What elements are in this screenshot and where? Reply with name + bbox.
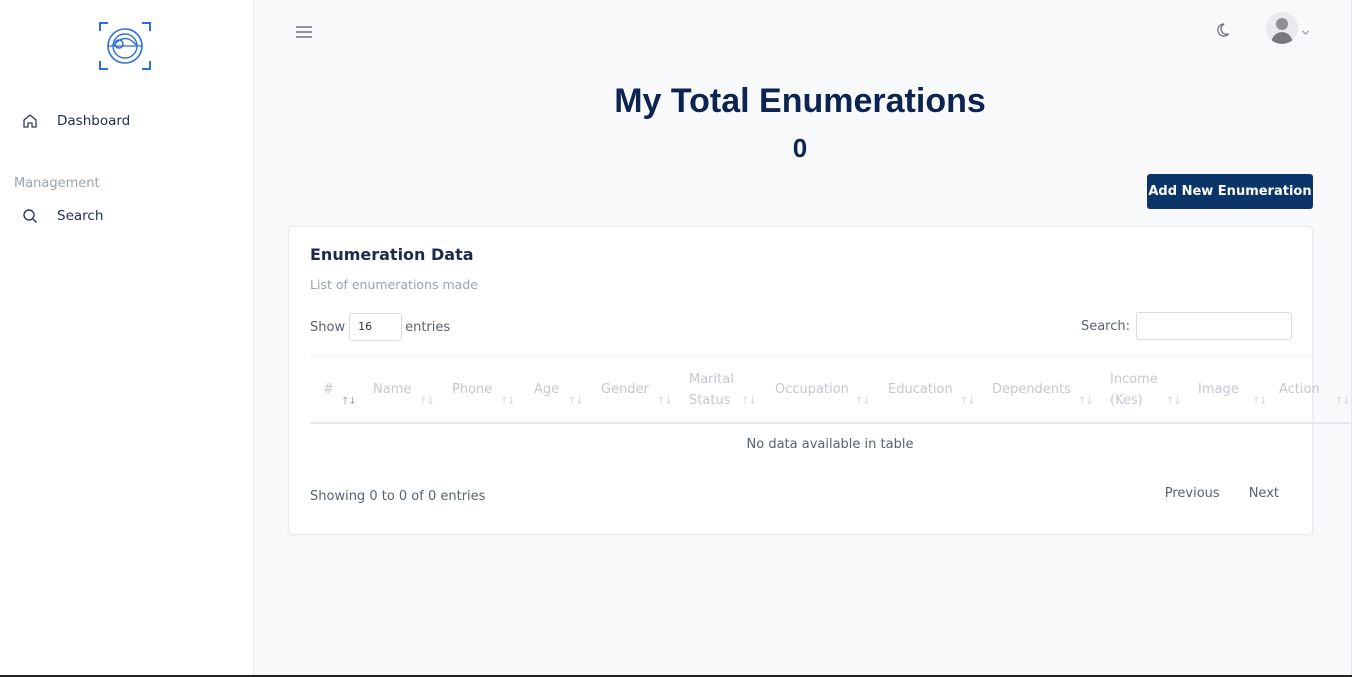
sort-icon: ↑↓	[741, 396, 757, 407]
sort-icon: ↑↓	[341, 396, 357, 407]
sidebar-item-label: Search	[57, 208, 104, 224]
sidebar-item-dashboard[interactable]: Dashboard	[22, 113, 130, 129]
entries-length-control: Show 16 entries	[310, 313, 450, 341]
sidebar-item-label: Dashboard	[57, 113, 131, 129]
table-info: Showing 0 to 0 of 0 entries	[310, 489, 486, 504]
column-header-action[interactable]: Action ↑↓	[1279, 356, 1351, 423]
sort-icon: ↑↓	[1078, 396, 1094, 407]
column-header-occupation[interactable]: Occupation ↑↓	[775, 356, 871, 423]
sort-icon: ↑↓	[1166, 396, 1182, 407]
column-header-gender[interactable]: Gender ↑↓	[601, 356, 673, 423]
user-avatar[interactable]	[1266, 12, 1298, 44]
page-title: My Total Enumerations	[614, 82, 986, 120]
column-header-age[interactable]: Age ↑↓	[534, 356, 584, 423]
column-header-image[interactable]: Image ↑↓	[1198, 356, 1268, 423]
column-header-name[interactable]: Name ↑↓	[373, 356, 435, 423]
table-search: Search:	[1081, 312, 1292, 340]
column-header-education[interactable]: Education ↑↓	[888, 356, 976, 423]
card-subtitle: List of enumerations made	[310, 277, 478, 292]
next-page-button[interactable]: Next	[1249, 486, 1279, 501]
search-icon	[22, 208, 38, 224]
sort-icon: ↑↓	[419, 396, 435, 407]
empty-table-message: No data available in table	[746, 437, 914, 452]
moon-icon[interactable]	[1216, 21, 1234, 39]
entries-label: entries	[405, 319, 451, 335]
sort-icon: ↑↓	[960, 396, 976, 407]
sort-icon: ↑↓	[855, 396, 871, 407]
search-input[interactable]	[1136, 312, 1292, 340]
pagination: Previous Next	[1136, 486, 1279, 501]
column-header-number[interactable]: # ↑↓	[323, 356, 357, 423]
app-logo[interactable]	[98, 19, 152, 73]
sidebar: Dashboard Management Search	[0, 0, 254, 677]
sidebar-section-management: Management	[14, 176, 100, 191]
home-icon	[22, 113, 38, 129]
sort-icon: ↑↓	[500, 396, 516, 407]
search-label: Search:	[1080, 318, 1130, 334]
sort-icon: ↑↓	[568, 396, 584, 407]
chevron-down-icon[interactable]	[1301, 22, 1310, 35]
sort-icon: ↑↓	[657, 396, 673, 407]
enumeration-card: Enumeration Data List of enumerations ma…	[288, 226, 1351, 535]
column-header-dependents[interactable]: Dependents ↑↓	[992, 356, 1094, 423]
sidebar-item-search[interactable]: Search	[22, 208, 103, 224]
entries-select[interactable]: 16	[349, 313, 403, 341]
hamburger-icon[interactable]	[295, 24, 313, 40]
sort-icon: ↑↓	[1252, 396, 1268, 407]
show-label: Show	[310, 319, 346, 335]
column-header-marital-status[interactable]: Marital Status ↑↓	[689, 356, 757, 423]
card-title: Enumeration Data	[310, 245, 474, 264]
table-header: # ↑↓ Name ↑↓ Phone ↑↓ Age ↑↓ Gender ↑↓ M…	[310, 355, 1351, 424]
previous-page-button[interactable]: Previous	[1165, 486, 1220, 501]
column-header-phone[interactable]: Phone ↑↓	[452, 356, 516, 423]
add-enumeration-button[interactable]: Add New Enumeration	[1147, 174, 1313, 209]
column-header-income[interactable]: Income (Kes) ↑↓	[1110, 356, 1182, 423]
total-count: 0	[792, 133, 808, 163]
sort-icon: ↑↓	[1335, 396, 1351, 407]
